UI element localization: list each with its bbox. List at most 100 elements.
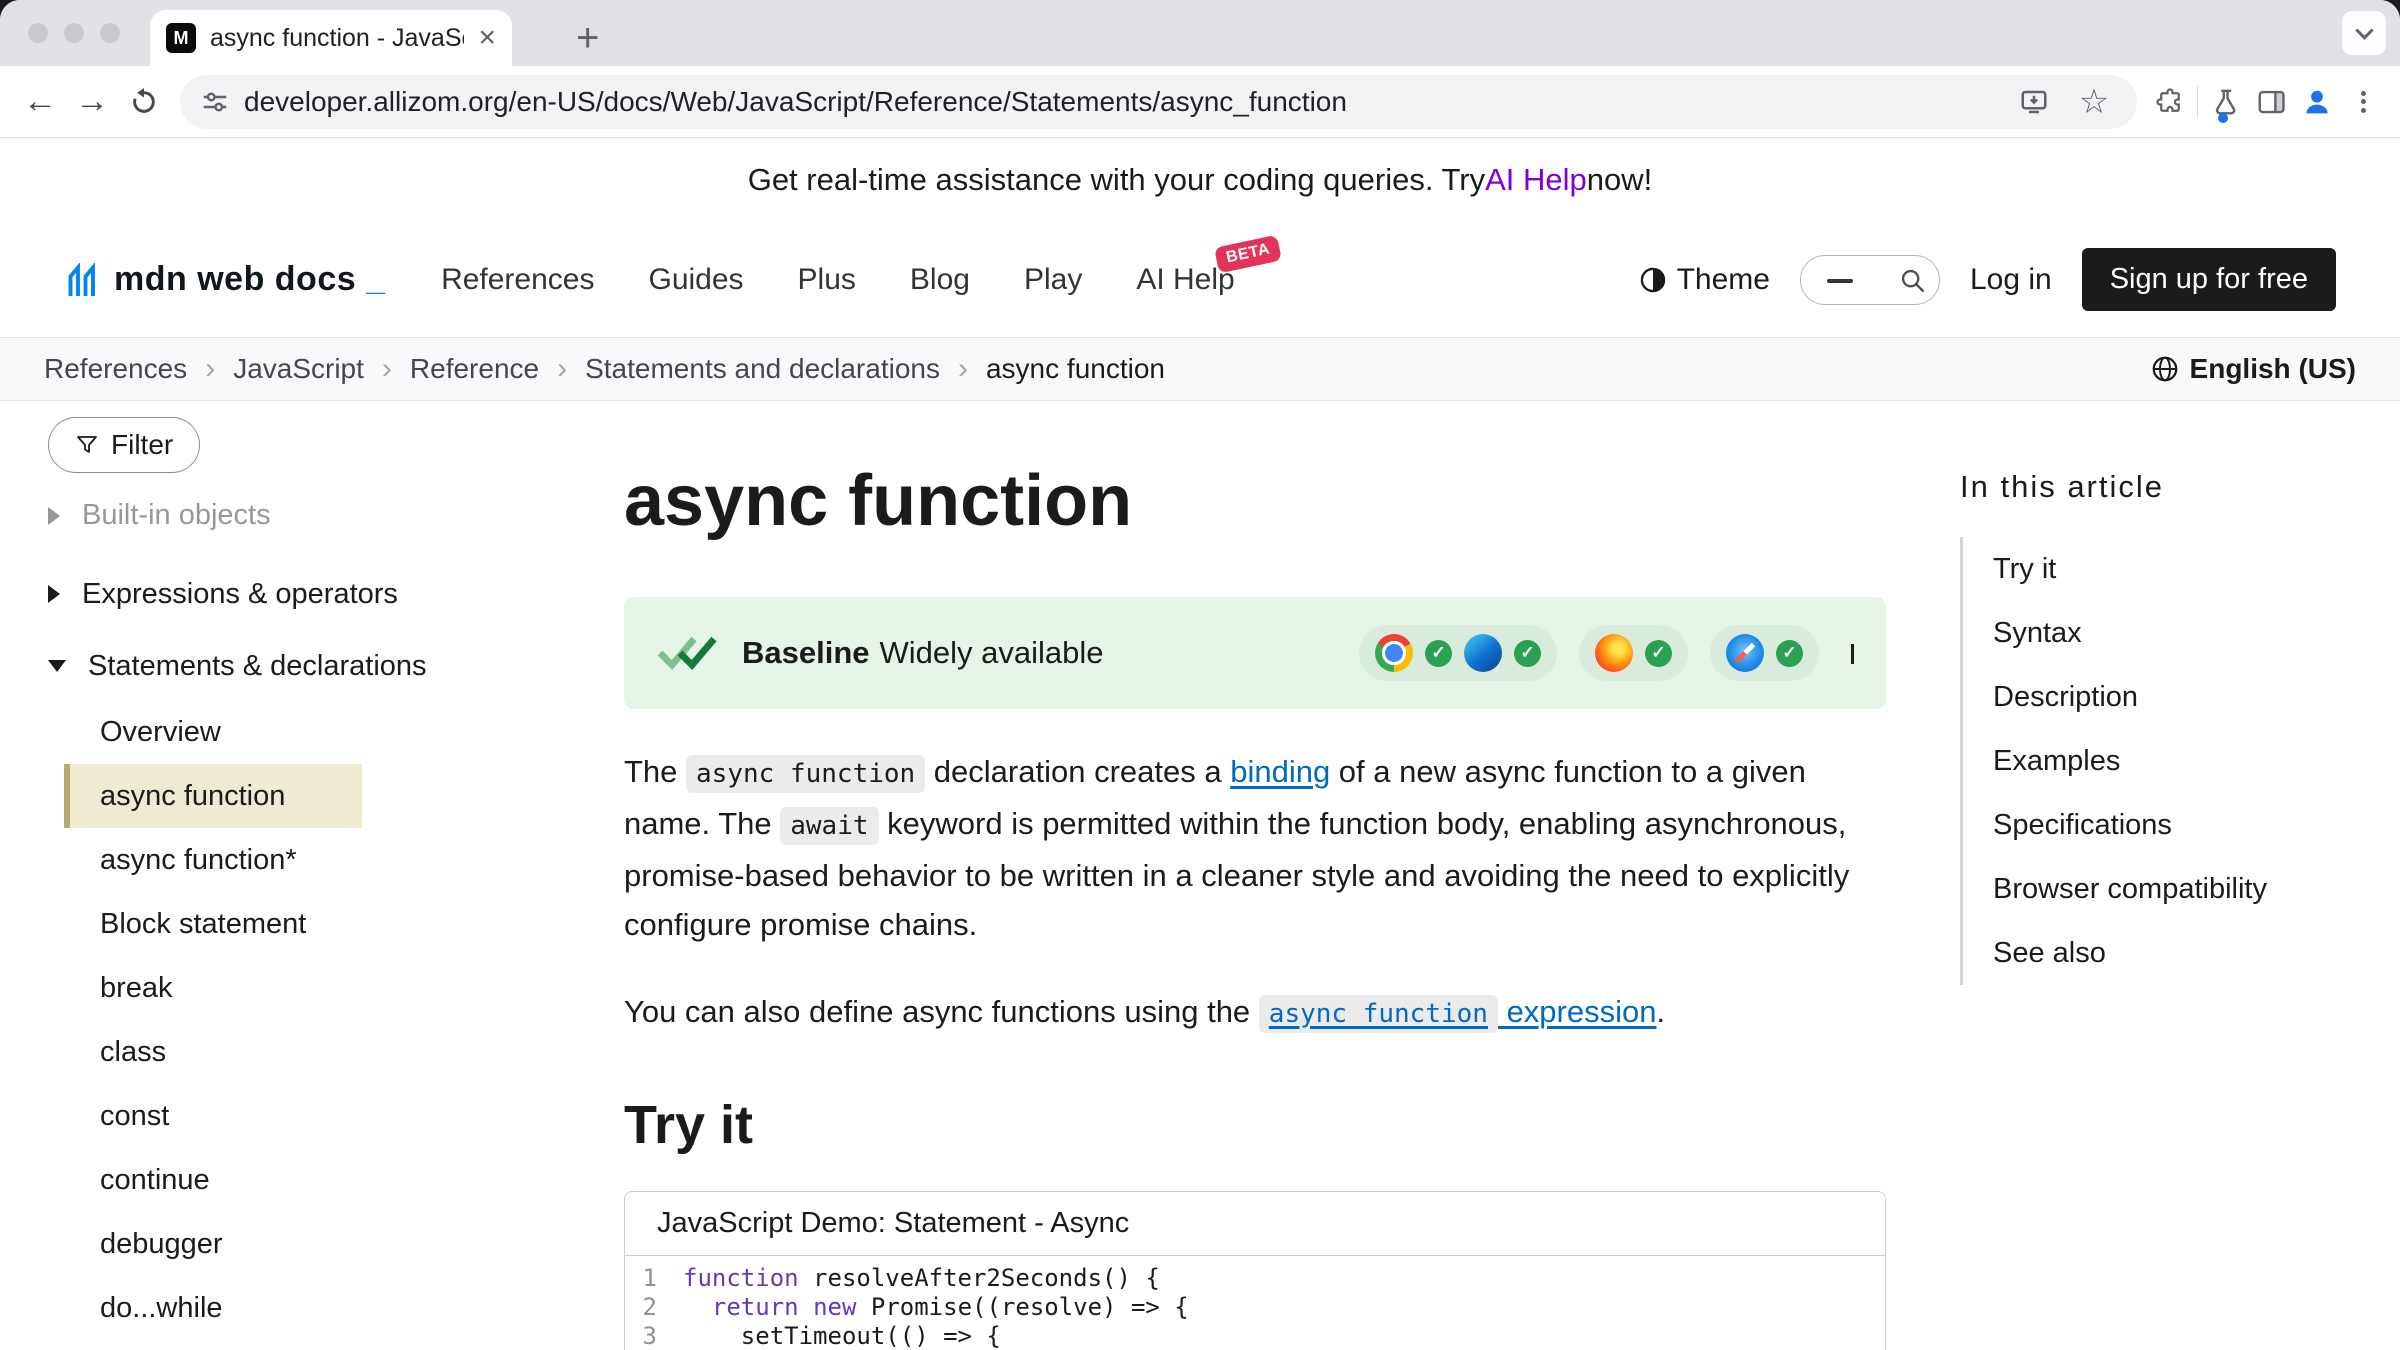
- nav-item-plus[interactable]: Plus: [798, 263, 856, 297]
- sidebar-item-continue[interactable]: continue: [64, 1148, 362, 1212]
- page-content: Filter Built-in objects Expressions & op…: [0, 401, 2400, 1350]
- reload-button[interactable]: [118, 76, 170, 128]
- forward-button[interactable]: →: [66, 76, 118, 128]
- code-line: 2 return new Promise((resolve) => {: [625, 1293, 1885, 1322]
- page-title: async function: [624, 461, 1886, 541]
- breadcrumb-link[interactable]: References: [44, 353, 187, 385]
- side-panel-button[interactable]: [2248, 79, 2294, 125]
- baseline-widget[interactable]: BaselineWidely available ✓✓✓✓: [624, 597, 1886, 709]
- chevron-down-icon: [1851, 644, 1854, 664]
- sidebar-item-class[interactable]: class: [64, 1020, 362, 1084]
- sidebar-item-async-function[interactable]: async function: [64, 764, 362, 828]
- sidebar-item-overview[interactable]: Overview: [64, 700, 362, 764]
- close-window-button[interactable]: [28, 23, 48, 43]
- inline-code: await: [780, 807, 878, 845]
- nav-item-label: Blog: [910, 263, 970, 296]
- breadcrumb-link[interactable]: JavaScript: [233, 353, 364, 385]
- sidebar-item-block-statement[interactable]: Block statement: [64, 892, 362, 956]
- mdn-logo[interactable]: mdn web docs _: [64, 260, 385, 299]
- line-number: 1: [625, 1264, 683, 1293]
- kebab-icon: [2361, 87, 2366, 116]
- sidebar-section-built-in-objects[interactable]: Built-in objects: [48, 499, 624, 532]
- new-tab-button[interactable]: +: [576, 18, 599, 58]
- baseline-expand-button[interactable]: [1851, 644, 1854, 662]
- minimize-window-button[interactable]: [64, 23, 84, 43]
- tab-search-button[interactable]: [2342, 11, 2386, 55]
- nav-item-references[interactable]: References: [441, 263, 594, 297]
- theme-icon: [1639, 266, 1667, 294]
- sidebar-item-empty-statement[interactable]: Empty statement: [64, 1340, 362, 1350]
- install-app-button[interactable]: [2011, 79, 2057, 125]
- sidebar-item-async-function[interactable]: async function*: [64, 828, 362, 892]
- baseline-status: BaselineWidely available: [742, 635, 1104, 671]
- nav-item-label: Guides: [648, 263, 743, 296]
- site-settings-icon[interactable]: [200, 87, 230, 117]
- sidebar-item-break[interactable]: break: [64, 956, 362, 1020]
- check-icon: ✓: [1645, 640, 1672, 667]
- toc-item-try-it[interactable]: Try it: [1963, 537, 2400, 601]
- inline-code: async function: [1259, 995, 1498, 1033]
- search-cursor: [1827, 279, 1853, 283]
- sidebar-item-do-while[interactable]: do...while: [64, 1276, 362, 1340]
- toc-title: In this article: [1960, 469, 2400, 505]
- ai-help-link[interactable]: AI Help: [1485, 162, 1587, 198]
- browser-window: M async function - JavaScript | × + ← → …: [0, 0, 2400, 1350]
- login-link[interactable]: Log in: [1970, 263, 2052, 297]
- signup-button[interactable]: Sign up for free: [2082, 248, 2336, 311]
- url-text: developer.allizom.org/en-US/docs/Web/Jav…: [244, 86, 1997, 118]
- text-link[interactable]: binding: [1230, 754, 1330, 789]
- extensions-button[interactable]: [2147, 79, 2193, 125]
- toc-item-see-also[interactable]: See also: [1963, 921, 2400, 985]
- check-icon: ✓: [1776, 640, 1803, 667]
- browser-group: ✓: [1579, 625, 1688, 681]
- code-link[interactable]: async function: [1259, 994, 1498, 1029]
- toc-item-description[interactable]: Description: [1963, 665, 2400, 729]
- install-icon: [2019, 87, 2049, 117]
- nav-item-ai-help[interactable]: AI HelpBETA: [1136, 263, 1234, 297]
- code-text: function resolveAfter2Seconds() {: [683, 1264, 1160, 1293]
- breadcrumb-link[interactable]: Statements and declarations: [585, 353, 940, 385]
- breadcrumb-current: async function: [986, 353, 1165, 385]
- breadcrumb-link[interactable]: Reference: [410, 353, 539, 385]
- sidebar-filter-button[interactable]: Filter: [48, 417, 200, 473]
- sidebar-item-debugger[interactable]: debugger: [64, 1212, 362, 1276]
- logo-text: mdn web docs: [114, 260, 356, 299]
- sidebar-item-list: Overviewasync functionasync function*Blo…: [64, 700, 362, 1350]
- demo-code[interactable]: 1function resolveAfter2Seconds() {2 retu…: [625, 1256, 1885, 1350]
- toc-item-syntax[interactable]: Syntax: [1963, 601, 2400, 665]
- sidebar-item-const[interactable]: const: [64, 1084, 362, 1148]
- sidebar-section-statements-declarations[interactable]: Statements & declarations: [48, 642, 624, 690]
- profile-button[interactable]: [2294, 79, 2340, 125]
- close-tab-icon[interactable]: ×: [478, 23, 496, 53]
- toc-item-browser-compatibility[interactable]: Browser compatibility: [1963, 857, 2400, 921]
- flask-icon: [2210, 87, 2240, 117]
- triangle-down-icon: [48, 660, 66, 672]
- browser-group: ✓✓: [1359, 625, 1557, 681]
- chrome-labs-button[interactable]: [2202, 79, 2248, 125]
- toc-item-specifications[interactable]: Specifications: [1963, 793, 2400, 857]
- chevron-right-icon: ›: [205, 352, 215, 386]
- nav-item-guides[interactable]: Guides: [648, 263, 743, 297]
- language-switcher[interactable]: English (US): [2150, 353, 2356, 385]
- browser-tab[interactable]: M async function - JavaScript | ×: [150, 10, 512, 66]
- nav-item-blog[interactable]: Blog: [910, 263, 970, 297]
- nav-item-label: Play: [1024, 263, 1082, 296]
- sidebar-section-expressions-operators[interactable]: Expressions & operators: [48, 570, 624, 618]
- globe-icon: [2150, 354, 2180, 384]
- nav-item-play[interactable]: Play: [1024, 263, 1082, 297]
- theme-toggle[interactable]: Theme: [1639, 263, 1770, 297]
- promo-banner: Get real-time assistance with your codin…: [0, 138, 2400, 222]
- bookmark-button[interactable]: ☆: [2071, 79, 2117, 125]
- chrome-icon: [1375, 634, 1413, 672]
- address-bar[interactable]: developer.allizom.org/en-US/docs/Web/Jav…: [180, 75, 2137, 129]
- toolbar-divider: [2197, 86, 2198, 118]
- filter-icon: [75, 433, 99, 457]
- maximize-window-button[interactable]: [100, 23, 120, 43]
- text-link[interactable]: expression: [1498, 994, 1657, 1029]
- chevron-right-icon: ›: [958, 352, 968, 386]
- breadcrumb: References›JavaScript›Reference›Statemen…: [44, 352, 1165, 386]
- browser-menu-button[interactable]: [2340, 79, 2386, 125]
- toc-item-examples[interactable]: Examples: [1963, 729, 2400, 793]
- search-input[interactable]: [1800, 255, 1940, 305]
- back-button[interactable]: ←: [14, 76, 66, 128]
